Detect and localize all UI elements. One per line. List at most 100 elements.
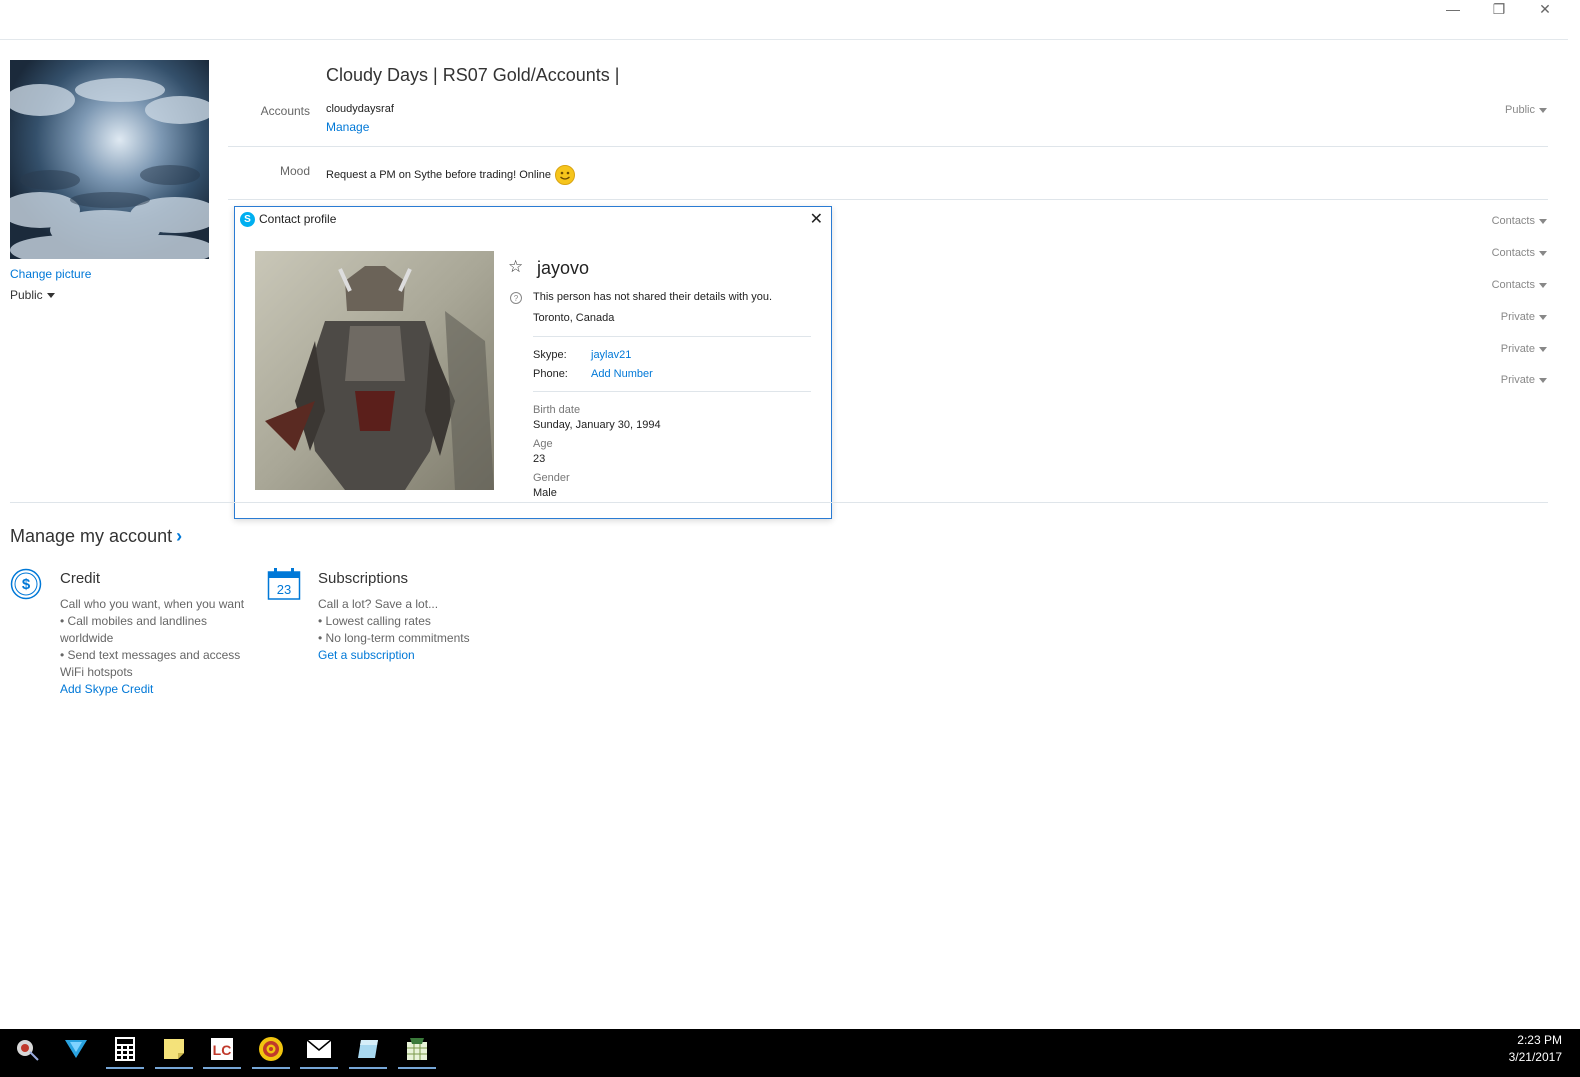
caret-down-icon xyxy=(1539,107,1547,113)
caret-down-icon xyxy=(1539,282,1547,288)
gender-value: Male xyxy=(533,487,557,499)
add-number-link[interactable]: Add Number xyxy=(591,368,653,380)
subscriptions-title: Subscriptions xyxy=(318,570,409,587)
svg-text:23: 23 xyxy=(277,582,291,597)
mood-label: Mood xyxy=(279,164,310,178)
manage-account-link[interactable]: Manage my account › xyxy=(10,526,182,547)
privacy-dropdown-6[interactable]: Private xyxy=(1501,374,1547,386)
active-indicator xyxy=(300,1067,338,1069)
dialog-title: Contact profile xyxy=(259,212,337,226)
privacy-label: Contacts xyxy=(1491,279,1535,291)
mail-icon[interactable] xyxy=(300,1029,338,1069)
caret-down-icon xyxy=(1539,346,1547,352)
minimize-button[interactable]: — xyxy=(1430,0,1476,18)
clock-date: 3/21/2017 xyxy=(1508,1050,1562,1064)
skype-logo-icon: S xyxy=(240,212,255,227)
clock-time: 2:23 PM xyxy=(1517,1033,1562,1047)
skype-id-link[interactable]: jaylav21 xyxy=(591,349,631,361)
dialog-divider xyxy=(533,391,811,392)
get-subscription-link[interactable]: Get a subscription xyxy=(318,648,415,662)
credit-line: • Call mobiles and landlines xyxy=(60,614,207,628)
system-clock[interactable]: 2:23 PM 3/21/2017 xyxy=(1509,1032,1562,1066)
subscriptions-line: • Lowest calling rates xyxy=(318,614,431,628)
target-app-icon[interactable] xyxy=(252,1029,290,1069)
close-window-button[interactable]: ✕ xyxy=(1522,0,1568,18)
active-indicator xyxy=(106,1067,144,1069)
caret-down-icon xyxy=(1539,377,1547,383)
active-indicator xyxy=(252,1067,290,1069)
phone-label: Phone: xyxy=(533,368,568,380)
accounts-privacy-dropdown[interactable]: Public xyxy=(1505,104,1547,116)
caret-down-icon xyxy=(1539,250,1547,256)
add-skype-credit-link[interactable]: Add Skype Credit xyxy=(60,682,153,696)
privacy-dropdown-2[interactable]: Contacts xyxy=(1492,247,1547,259)
window-controls: — ❐ ✕ xyxy=(1430,0,1568,18)
active-indicator xyxy=(203,1067,241,1069)
picture-visibility-label: Public xyxy=(10,288,43,302)
contact-photo xyxy=(255,251,494,490)
chevron-right-icon: › xyxy=(176,526,183,546)
svg-text:$: $ xyxy=(22,576,31,593)
favorite-star-icon[interactable]: ☆ xyxy=(508,257,523,277)
privacy-notice: This person has not shared their details… xyxy=(533,291,773,303)
credit-title: Credit xyxy=(60,570,101,587)
caret-down-icon xyxy=(1539,314,1547,320)
credit-dollar-icon: $ xyxy=(10,568,42,605)
birth-date-label: Birth date xyxy=(533,404,581,416)
notepad-icon[interactable] xyxy=(349,1029,387,1069)
active-indicator xyxy=(155,1067,193,1069)
accounts-privacy-label: Public xyxy=(1505,104,1535,116)
active-indicator xyxy=(398,1067,436,1069)
age-label: Age xyxy=(533,438,553,450)
privacy-label: Contacts xyxy=(1491,215,1535,227)
header-divider xyxy=(0,39,1568,40)
profile-picture xyxy=(10,60,209,259)
snipping-tool-icon[interactable] xyxy=(8,1029,46,1069)
sticky-notes-icon[interactable] xyxy=(155,1029,193,1069)
credit-line: WiFi hotspots xyxy=(60,665,133,679)
accounts-label: Accounts xyxy=(260,104,310,118)
manage-accounts-link[interactable]: Manage xyxy=(326,120,369,134)
credit-line: Call who you want, when you want xyxy=(60,597,245,611)
row-divider xyxy=(228,199,1548,200)
birth-date-value: Sunday, January 30, 1994 xyxy=(533,419,661,431)
vpn-icon[interactable] xyxy=(57,1029,95,1069)
close-icon[interactable]: ✕ xyxy=(810,209,823,229)
skype-label: Skype: xyxy=(533,349,567,361)
caret-down-icon xyxy=(46,293,55,299)
row-divider xyxy=(228,146,1548,147)
calendar-icon: 23 xyxy=(267,567,301,606)
change-picture-link[interactable]: Change picture xyxy=(10,267,91,281)
privacy-dropdown-5[interactable]: Private xyxy=(1501,343,1547,355)
contact-profile-dialog: S Contact profile ✕ ☆ jayovo ? This pers… xyxy=(234,206,832,519)
privacy-dropdown-1[interactable]: Contacts xyxy=(1492,215,1547,227)
privacy-label: Contacts xyxy=(1491,247,1535,259)
contact-location: Toronto, Canada xyxy=(533,312,615,324)
active-indicator xyxy=(349,1067,387,1069)
lc-app-icon[interactable]: LC xyxy=(203,1029,241,1069)
manage-account-heading: Manage my account xyxy=(10,526,173,546)
privacy-label: Private xyxy=(1500,374,1535,386)
mood-text[interactable]: Request a PM on Sythe before trading! On… xyxy=(326,165,576,185)
subscriptions-line: • No long-term commitments xyxy=(318,631,470,645)
credit-line: • Send text messages and access xyxy=(60,648,241,662)
privacy-label: Private xyxy=(1500,311,1535,323)
gender-label: Gender xyxy=(533,472,570,484)
calculator-icon[interactable] xyxy=(106,1029,144,1069)
privacy-label: Private xyxy=(1500,343,1535,355)
subscriptions-line: Call a lot? Save a lot... xyxy=(318,597,439,611)
account-name: cloudydaysraf xyxy=(326,103,394,115)
dialog-divider xyxy=(533,336,811,337)
picture-visibility-dropdown[interactable]: Public xyxy=(10,288,55,302)
restore-button[interactable]: ❐ xyxy=(1476,0,1522,18)
privacy-dropdown-3[interactable]: Contacts xyxy=(1492,279,1547,291)
credit-line: worldwide xyxy=(60,631,114,645)
caret-down-icon xyxy=(1539,218,1547,224)
display-name[interactable]: Cloudy Days | RS07 Gold/Accounts | xyxy=(326,65,619,86)
svg-text:LC: LC xyxy=(213,1042,232,1058)
help-icon: ? xyxy=(510,292,522,304)
privacy-dropdown-4[interactable]: Private xyxy=(1501,311,1547,323)
spreadsheet-app-icon[interactable] xyxy=(398,1029,436,1069)
section-divider xyxy=(10,502,1548,503)
age-value: 23 xyxy=(533,453,546,465)
